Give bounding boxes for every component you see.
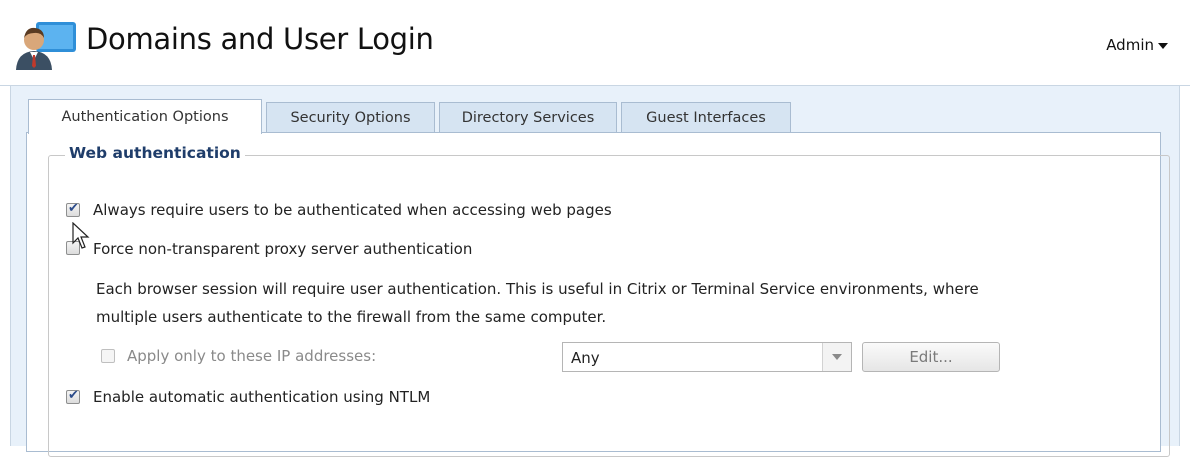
ip-address-select-value: Any xyxy=(571,349,600,367)
admin-label: Admin xyxy=(1106,36,1154,54)
always-require-auth-label[interactable]: Always require users to be authenticated… xyxy=(93,201,612,219)
caret-down-icon xyxy=(1158,42,1168,49)
always-require-auth-checkbox[interactable] xyxy=(66,201,80,217)
tab-directory-services[interactable]: Directory Services xyxy=(439,102,617,132)
page-title: Domains and User Login xyxy=(86,22,434,56)
tab-security-options[interactable]: Security Options xyxy=(266,102,435,132)
page-header: Domains and User Login Admin xyxy=(0,0,1190,86)
force-proxy-auth-label[interactable]: Force non-transparent proxy server authe… xyxy=(93,240,472,258)
edit-ip-button[interactable]: Edit... xyxy=(862,342,1000,372)
description-line-1: Each browser session will require user a… xyxy=(96,280,979,298)
ntlm-auth-label[interactable]: Enable automatic authentication using NT… xyxy=(93,388,430,406)
proxy-auth-description: Each browser session will require user a… xyxy=(96,275,1086,331)
group-legend: Web authentication xyxy=(65,144,245,162)
users-domain-icon xyxy=(16,22,76,70)
tab-authentication-options[interactable]: Authentication Options xyxy=(28,99,262,134)
admin-user-menu[interactable]: Admin xyxy=(1106,36,1168,54)
description-line-2: multiple users authenticate to the firew… xyxy=(96,308,607,326)
apply-only-ip-checkbox[interactable] xyxy=(101,349,115,363)
ip-address-select[interactable]: Any xyxy=(562,342,852,372)
apply-only-ip-label: Apply only to these IP addresses: xyxy=(127,347,377,365)
mouse-cursor-icon xyxy=(72,222,90,249)
tab-guest-interfaces[interactable]: Guest Interfaces xyxy=(621,102,791,132)
ntlm-auth-checkbox[interactable] xyxy=(66,388,80,404)
chevron-down-icon[interactable] xyxy=(822,343,851,371)
